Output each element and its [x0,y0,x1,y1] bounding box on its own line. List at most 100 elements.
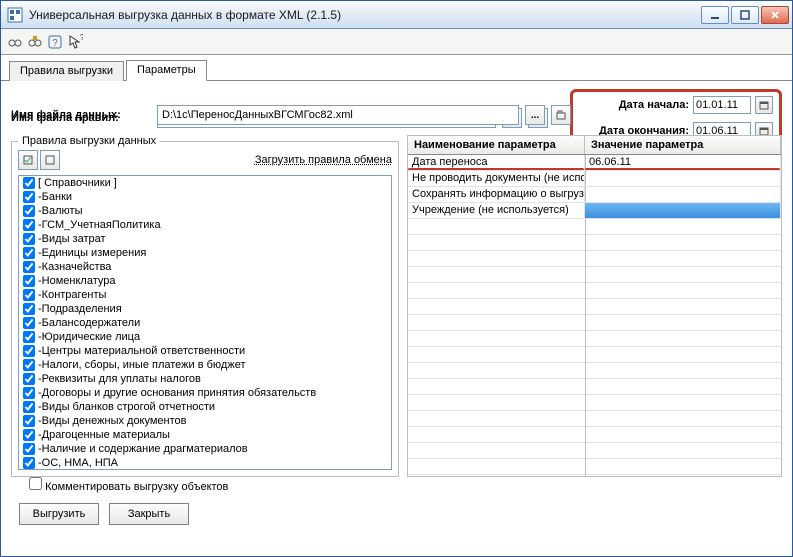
grid-row[interactable]: Сохранять информацию о выгрузк [408,187,781,203]
tree-item-checkbox[interactable] [23,275,35,287]
tree-item-checkbox[interactable] [23,205,35,217]
tree-item[interactable]: -Виды бланков строгой отчетности [19,400,391,414]
data-file-label: Имя файла данных: [11,109,151,121]
svg-text:?: ? [52,38,58,49]
tree-item[interactable]: -ОС, НМА, НПА [19,456,391,470]
tab-bar: Правила выгрузки Параметры [1,55,792,81]
tree-item-label: -Банки [38,191,72,203]
tree-item-checkbox[interactable] [23,261,35,273]
tree-item-checkbox[interactable] [23,303,35,315]
titlebar: Универсальная выгрузка данных в формате … [1,1,792,29]
comment-objects-checkbox[interactable] [29,477,42,490]
tree-item-checkbox[interactable] [23,373,35,385]
grid-cell-value[interactable]: 06.06.11 [585,155,781,170]
tree-item-checkbox[interactable] [23,457,35,469]
grid-row[interactable]: Учреждение (не используется) [408,203,781,219]
data-file-browse-button[interactable]: ... [525,105,545,125]
date-start-calendar-button[interactable] [755,96,773,114]
tree-item-checkbox[interactable] [23,415,35,427]
tree-item-checkbox[interactable] [23,247,35,259]
tree-item[interactable]: -ГСМ_УчетнаяПолитика [19,218,391,232]
grid-cell-name: Не проводить документы (не испо [408,171,585,186]
tree-item-label: -Подразделения [38,303,122,315]
data-file-extra-button[interactable] [551,105,571,125]
tree-item[interactable]: -Казначейства [19,260,391,274]
grid-cell-name: Дата переноса [408,155,585,170]
tree-item-checkbox[interactable] [23,289,35,301]
glasses-locked-icon[interactable] [27,34,43,50]
glasses-icon[interactable] [7,34,23,50]
tree-item[interactable]: -Центры материальной ответственности [19,344,391,358]
tree-item-label: -Юридические лица [38,331,140,343]
tree-item-checkbox[interactable] [23,191,35,203]
tab-parameters[interactable]: Параметры [126,60,207,81]
grid-cell-value[interactable] [585,171,781,186]
tree-item-checkbox[interactable] [23,387,35,399]
tree-item-checkbox[interactable] [23,443,35,455]
grid-cell-value[interactable] [585,203,781,218]
grid-body[interactable]: Дата переноса06.06.11Не проводить докуме… [408,155,781,476]
tab-rules[interactable]: Правила выгрузки [9,61,124,81]
tree-item[interactable]: -Виды затрат [19,232,391,246]
rules-tree[interactable]: [ Справочники ]-Банки-Валюты-ГСМ_Учетная… [18,175,392,470]
rules-panel: Правила выгрузки данных Загрузить правил… [11,135,399,477]
tree-item-checkbox[interactable] [23,429,35,441]
grid-cell-name: Сохранять информацию о выгрузк [408,187,585,202]
grid-row[interactable]: Дата переноса06.06.11 [408,155,781,171]
date-start-label: Дата начала: [579,99,689,111]
export-button[interactable]: Выгрузить [19,503,99,525]
tree-item-checkbox[interactable] [23,345,35,357]
minimize-button[interactable] [701,6,729,24]
data-file-input[interactable] [157,105,519,125]
check-all-button[interactable] [18,150,38,170]
tree-item-checkbox[interactable] [23,331,35,343]
tree-item-label: -Налоги, сборы, иные платежи в бюджет [38,359,246,371]
tree-item-label: -Контрагенты [38,289,106,301]
help-icon[interactable]: ? [47,34,63,50]
tree-item[interactable]: -Валюты [19,204,391,218]
tree-item-checkbox[interactable] [23,177,35,189]
close-button[interactable] [761,6,789,24]
tree-item[interactable]: -Реквизиты для уплаты налогов [19,372,391,386]
pointer-help-icon[interactable]: ? [67,34,83,50]
comment-objects-label: Комментировать выгрузку объектов [45,481,228,493]
grid-cell-value[interactable] [585,187,781,202]
tree-item[interactable]: -Номенклатура [19,274,391,288]
tree-item[interactable]: -Драгоценные материалы [19,428,391,442]
tree-item[interactable]: -Подразделения [19,302,391,316]
grid-header-name[interactable]: Наименование параметра [408,136,585,154]
tree-item-label: -Реквизиты для уплаты налогов [38,373,201,385]
tree-item-label: -Казначейства [38,261,111,273]
maximize-button[interactable] [731,6,759,24]
tree-item[interactable]: [ Справочники ] [19,176,391,190]
tree-item-label: -Договоры и другие основания принятия об… [38,387,316,399]
tree-item[interactable]: -Договоры и другие основания принятия об… [19,386,391,400]
parameters-grid: Наименование параметра Значение параметр… [407,135,782,477]
tree-item[interactable]: -Единицы измерения [19,246,391,260]
tree-item[interactable]: -Налоги, сборы, иные платежи в бюджет [19,358,391,372]
tree-item-label: -Виды затрат [38,233,106,245]
tree-item[interactable]: -Балансодержатели [19,316,391,330]
tree-item[interactable]: -Контрагенты [19,288,391,302]
app-window: Универсальная выгрузка данных в формате … [0,0,793,557]
tree-item-label: -Виды бланков строгой отчетности [38,401,215,413]
rules-panel-legend: Правила выгрузки данных [18,135,160,147]
tree-item[interactable]: -Юридические лица [19,330,391,344]
data-file-row: Имя файла данных: ... [11,105,571,125]
tree-item-checkbox[interactable] [23,401,35,413]
tree-item[interactable]: -Банки [19,190,391,204]
tree-item-checkbox[interactable] [23,219,35,231]
date-start-input[interactable] [693,96,751,114]
svg-text:?: ? [80,34,83,42]
tree-item-checkbox[interactable] [23,317,35,329]
tree-item-checkbox[interactable] [23,359,35,371]
tree-item-checkbox[interactable] [23,233,35,245]
tree-item[interactable]: -Наличие и содержание драгматериалов [19,442,391,456]
load-rules-link[interactable]: Загрузить правила обмена [255,154,392,166]
grid-header-value[interactable]: Значение параметра [585,136,781,154]
uncheck-all-button[interactable] [40,150,60,170]
close-dialog-button[interactable]: Закрыть [109,503,189,525]
tree-item[interactable]: -Виды денежных документов [19,414,391,428]
tree-item-label: -Виды денежных документов [38,415,187,427]
grid-row[interactable]: Не проводить документы (не испо [408,171,781,187]
